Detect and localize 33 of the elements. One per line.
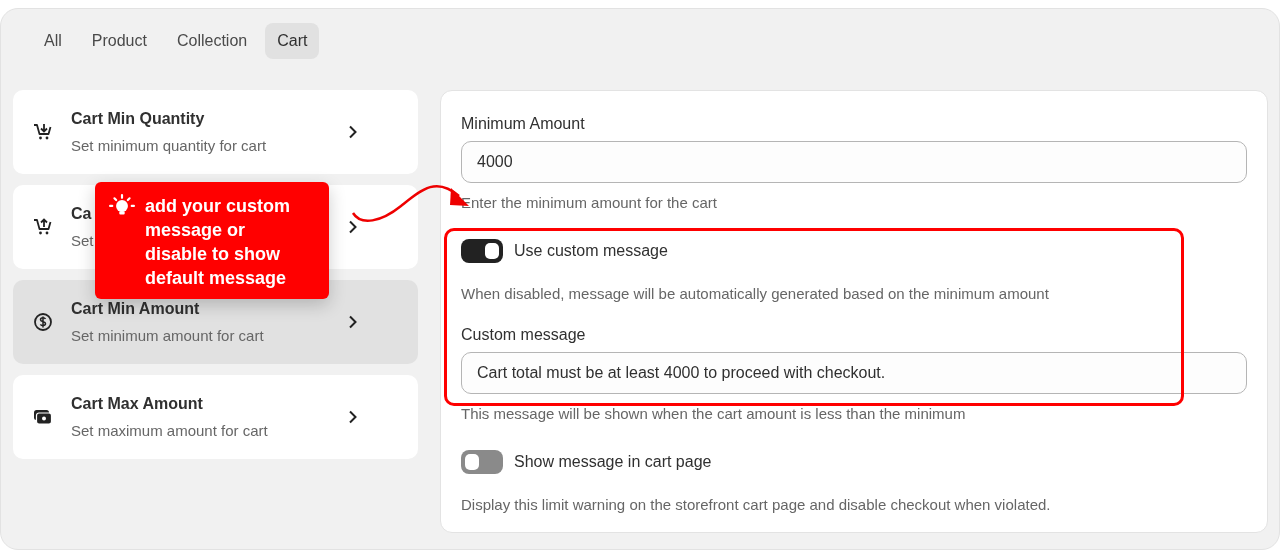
cart-download-icon: [33, 122, 53, 142]
cash-icon: [33, 407, 53, 427]
rule-subtitle: Set maximum amount for cart: [71, 422, 268, 439]
toggle-label: Show message in cart page: [514, 453, 712, 471]
filter-tab[interactable]: Collection: [164, 23, 260, 59]
rule-title: Ca: [71, 205, 92, 223]
rule-card[interactable]: Cart Min Quantity Set minimum quantity for cart: [13, 90, 418, 174]
rule-title: Cart Max Amount: [71, 395, 203, 413]
field-label: Custom message: [461, 326, 587, 344]
chevron-right-icon: [348, 410, 358, 424]
field-label: Minimum Amount: [461, 115, 586, 133]
rule-title: Cart Min Quantity: [71, 110, 205, 128]
chevron-right-icon: [348, 315, 358, 329]
input-field[interactable]: 4000: [461, 141, 1247, 183]
toggle-label: Use custom message: [514, 242, 668, 260]
rule-subtitle: Set minimum amount for cart: [71, 327, 264, 344]
dollar-coin-icon: [33, 312, 53, 332]
rule-card[interactable]: Cart Max Amount Set maximum amount for cart: [13, 375, 418, 459]
toggle-switch[interactable]: [461, 450, 503, 474]
rule-subtitle: Set: [71, 232, 94, 249]
rule-subtitle: Set minimum quantity for cart: [71, 137, 267, 154]
chevron-right-icon: [348, 220, 358, 234]
cart-upload-icon: [33, 217, 53, 237]
toggle-switch[interactable]: [461, 239, 503, 263]
chevron-right-icon: [348, 125, 358, 139]
filter-tab[interactable]: All: [32, 23, 74, 59]
filter-tab[interactable]: Product: [79, 23, 159, 59]
help-text: This message will be shown when the cart amount is less than the minimum: [461, 405, 967, 422]
help-text: Display this limit warning on the storefront cart page and disable checkout when violated.: [461, 496, 1052, 513]
rule-title: Cart Min Amount: [71, 300, 200, 318]
input-field[interactable]: Cart total must be at least 4000 to proceed with checkout.: [461, 352, 1247, 394]
help-text: When disabled, message will be automatically generated based on the minimum amount: [461, 285, 1050, 302]
filter-tab[interactable]: Cart: [265, 23, 320, 59]
